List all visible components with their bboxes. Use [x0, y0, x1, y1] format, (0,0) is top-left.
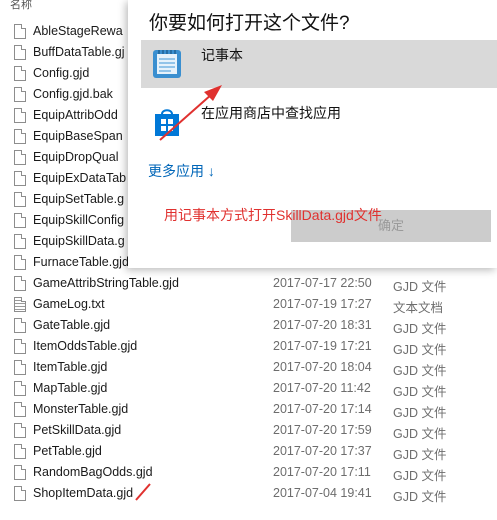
annotation-arrow-top	[135, 85, 222, 501]
annotation-arrow-bottom	[135, 483, 151, 501]
annotation-text: 用记事本方式打开SkillData.gjd文件	[164, 207, 382, 223]
